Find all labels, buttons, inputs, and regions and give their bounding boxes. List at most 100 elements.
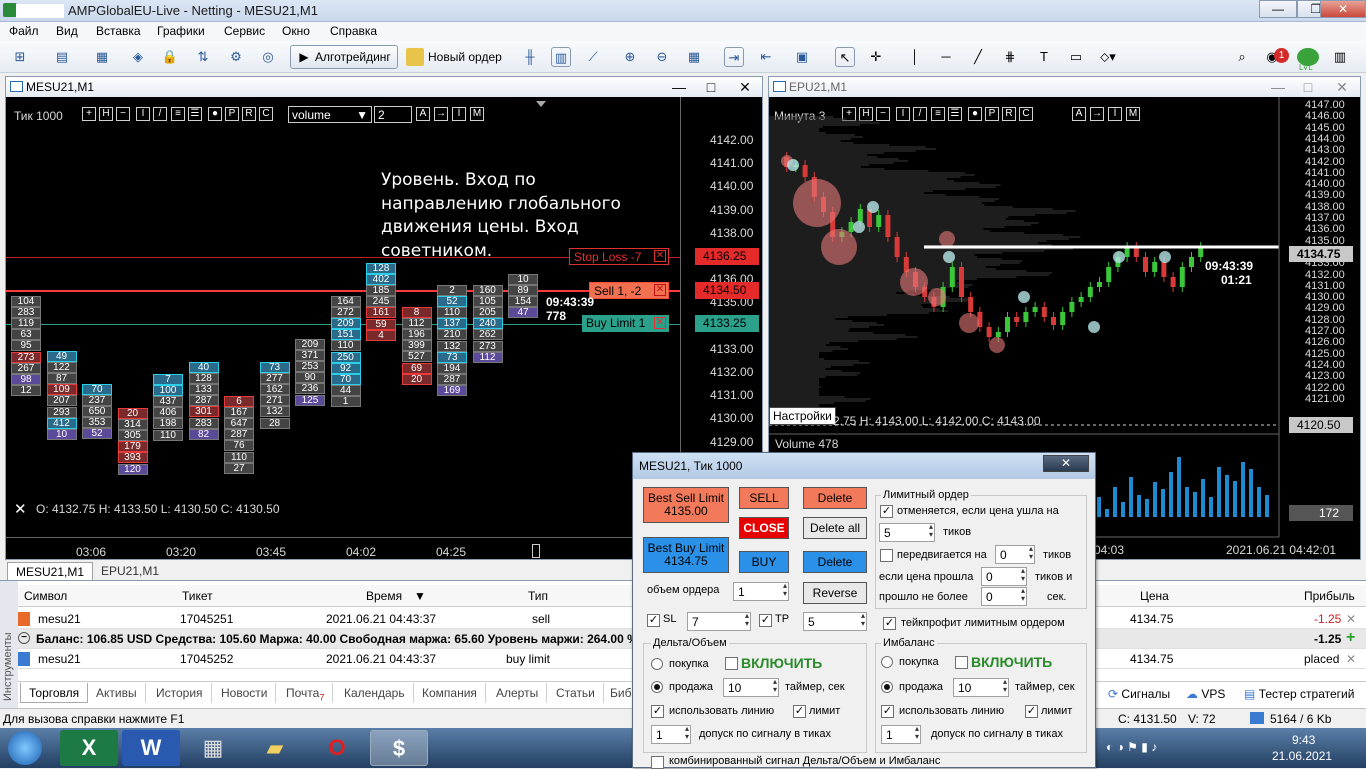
tab-calendar[interactable]: Календарь [336, 683, 414, 703]
dot-tool-button[interactable]: ● [208, 107, 222, 121]
tab-vps[interactable]: ☁ VPS [1186, 687, 1225, 701]
chart-tab-mesu21[interactable]: MESU21,M1 [7, 562, 94, 580]
close-button[interactable]: ✕ [1320, 0, 1366, 18]
tp-checkbox[interactable]: ✓ [759, 614, 772, 627]
best-sell-limit-button[interactable]: Best Sell Limit 4135.00 [643, 487, 729, 523]
header-time[interactable]: Время [366, 589, 402, 603]
text-lines-tool-button[interactable]: ≡ [171, 107, 185, 121]
stop-loss-close-icon[interactable]: ✕ [654, 250, 666, 262]
header-price[interactable]: Цена [1140, 589, 1169, 603]
imb-sell-radio[interactable] [881, 681, 893, 693]
search-icon[interactable]: ⌕ [1232, 47, 1252, 67]
row-close-icon[interactable]: ✕ [1346, 652, 1356, 666]
header-ticket[interactable]: Тикет [182, 589, 213, 603]
collapse-icon[interactable]: − [18, 632, 30, 644]
market-icon[interactable]: ⚙ [226, 47, 246, 67]
header-profit[interactable]: Прибыль [1304, 589, 1355, 603]
excel-taskbar-icon[interactable]: X [60, 730, 118, 766]
tray-icons[interactable]: ◐ ◑ ⚑ ▮ ♪ [1106, 740, 1157, 754]
imb-use-line-checkbox[interactable]: ✓ [881, 705, 894, 718]
tab-tester[interactable]: ▤ Тестер стратегий [1244, 687, 1354, 701]
delta-limit-checkbox[interactable]: ✓ [793, 705, 806, 718]
tab-company[interactable]: Компания [414, 683, 486, 703]
imb-timer-input[interactable]: 10 [953, 678, 1009, 697]
add-icon[interactable]: + [1346, 629, 1355, 647]
horizontal-line-icon[interactable]: ─ [936, 47, 956, 67]
i-tool-button[interactable]: I [136, 107, 150, 121]
editor-icon[interactable]: ◎ [258, 47, 278, 67]
opera-taskbar-icon[interactable]: O [308, 730, 366, 766]
chart-maximize-button[interactable]: □ [1297, 78, 1319, 96]
sell-button[interactable]: SELL [739, 487, 789, 509]
chart-minimize-button[interactable]: — [1267, 78, 1289, 96]
chart-shift-icon[interactable]: ⇤ [756, 47, 776, 67]
tab-trade[interactable]: Торговля [20, 683, 89, 703]
profile-icon[interactable]: ▥ [1330, 47, 1350, 67]
tab-mail[interactable]: Почта7 [278, 683, 334, 703]
imb-buy-radio[interactable] [881, 656, 893, 668]
menu-insert[interactable]: Вставка [96, 24, 141, 38]
chart-minimize-button[interactable]: — [668, 78, 690, 96]
zoom-out-icon[interactable]: ⊖ [652, 47, 672, 67]
h-tool-button[interactable]: H [99, 107, 113, 121]
tab-history[interactable]: История [148, 683, 212, 703]
header-symbol[interactable]: Символ [24, 589, 67, 603]
algo-trading-button[interactable]: ▶ Алготрейдинг [290, 45, 398, 69]
tab-alerts[interactable]: Алерты [488, 683, 548, 703]
minus-tool-button[interactable]: − [116, 107, 130, 121]
imb-tolerance-input[interactable]: 1 [881, 725, 921, 744]
cancel-ticks-input[interactable]: 5 [879, 523, 935, 542]
menu-help[interactable]: Справка [330, 24, 377, 38]
list-tool-button[interactable]: ☰ [188, 107, 202, 121]
takeprofit-checkbox[interactable]: ✓ [883, 617, 896, 630]
chart-maximize-button[interactable]: □ [700, 78, 722, 96]
header-type[interactable]: Тип [528, 589, 548, 603]
menu-charts[interactable]: Графики [157, 24, 205, 38]
combined-checkbox[interactable] [651, 756, 664, 769]
tile-windows-icon[interactable]: ▦ [684, 47, 704, 67]
delta-sell-radio[interactable] [651, 681, 663, 693]
buy-limit-close-icon[interactable]: ✕ [654, 317, 666, 329]
reverse-button[interactable]: Reverse [803, 582, 867, 604]
cursor-icon[interactable]: ↖ [835, 47, 855, 67]
r-tool-button[interactable]: R [242, 107, 256, 121]
new-chart-icon[interactable]: ⊞ [10, 47, 30, 67]
close-position-button[interactable]: CLOSE [739, 517, 789, 539]
cancel-checkbox[interactable]: ✓ [880, 505, 893, 518]
dialog-close-button[interactable]: ✕ [1043, 455, 1089, 472]
imb-limit-checkbox[interactable]: ✓ [1025, 705, 1038, 718]
sl-checkbox[interactable]: ✓ [647, 614, 660, 627]
cross-tools-icon[interactable]: ✕ [14, 500, 27, 518]
auto-scroll-icon[interactable]: ⇥ [724, 47, 744, 67]
m-tool-button[interactable]: M [470, 107, 484, 121]
shapes-icon[interactable]: ⬦▾ [1098, 47, 1118, 67]
tab-signals[interactable]: ⟳ Сигналы [1108, 687, 1170, 701]
delta-timer-input[interactable]: 10 [723, 678, 779, 697]
arrow-tool-button[interactable]: → [434, 107, 448, 121]
clock-time[interactable]: 9:43 [1292, 733, 1315, 747]
chart-close-button[interactable]: ✕ [1331, 78, 1353, 96]
metatrader-taskbar-icon[interactable]: $ [370, 730, 428, 766]
minimize-button[interactable]: — [1259, 0, 1297, 18]
chart-tab-epu21[interactable]: EPU21,M1 [93, 562, 167, 580]
tab-assets[interactable]: Активы [88, 683, 146, 703]
menu-tools[interactable]: Сервис [224, 24, 265, 38]
line-chart-icon[interactable]: ⟋ [583, 47, 603, 67]
delta-use-line-checkbox[interactable]: ✓ [651, 705, 664, 718]
new-order-button[interactable]: Новый ордер [404, 47, 506, 67]
a-tool-button[interactable]: A [416, 107, 430, 121]
volume-spin[interactable]: 2 [374, 106, 412, 123]
sell-close-icon[interactable]: ✕ [654, 284, 666, 296]
volume-input[interactable]: 1 [733, 582, 789, 601]
market-watch-icon[interactable]: ▦ [92, 47, 112, 67]
tab-news[interactable]: Новости [213, 683, 277, 703]
calculator-taskbar-icon[interactable]: ▦ [184, 730, 242, 766]
move-ticks-input[interactable]: 0 [995, 545, 1035, 564]
menu-view[interactable]: Вид [56, 24, 78, 38]
c-tool-button[interactable]: C [259, 107, 273, 121]
trendline-icon[interactable]: ╱ [968, 47, 988, 67]
text-tool-icon[interactable]: T [1034, 47, 1054, 67]
if-passed-input[interactable]: 0 [981, 567, 1027, 586]
chart-close-button[interactable]: ✕ [734, 78, 756, 96]
menu-file[interactable]: Файл [9, 24, 39, 38]
